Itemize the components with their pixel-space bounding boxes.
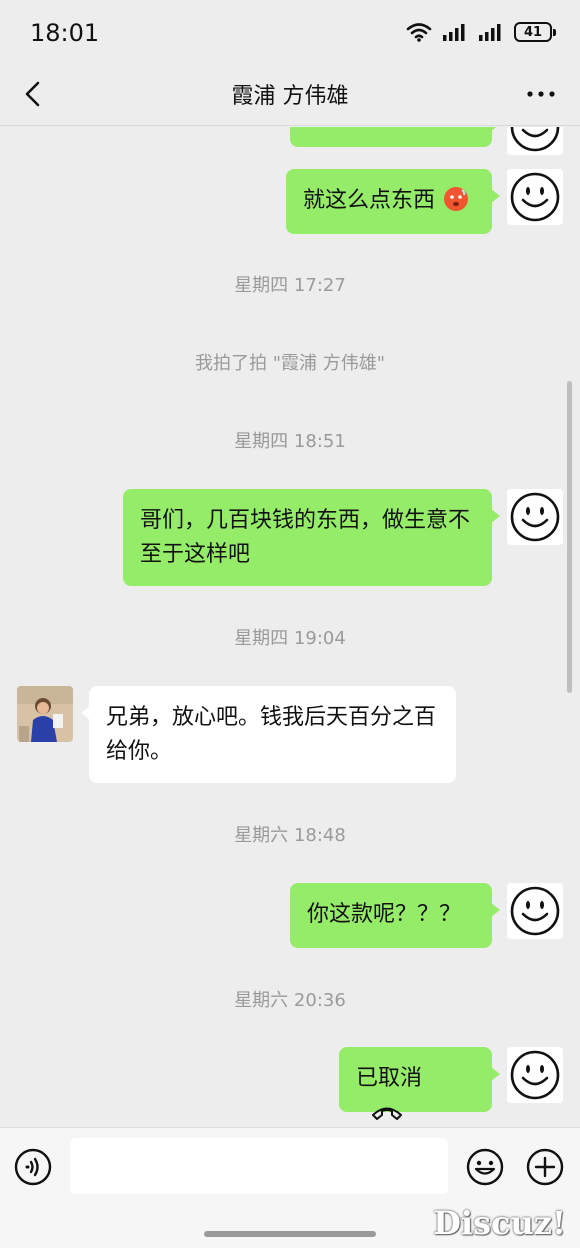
message-text: 你这款呢？？？ xyxy=(307,902,462,927)
child-photo-icon xyxy=(17,686,73,742)
smiley-icon xyxy=(510,886,560,936)
call-cancelled-bubble[interactable]: 已取消 xyxy=(339,1047,500,1120)
status-icons: 41 xyxy=(406,22,556,42)
status-time: 18:01 xyxy=(30,19,100,47)
avatar[interactable] xyxy=(507,883,563,939)
timestamp: 星期四 17:27 xyxy=(234,275,346,296)
hot-face-emoji-icon xyxy=(444,187,469,211)
message-text: 已取消 xyxy=(356,1066,423,1091)
timestamp: 星期四 19:04 xyxy=(234,628,346,649)
phone-hangup-icon xyxy=(372,1107,402,1120)
message-text: 兄弟，放心吧。钱我后天百分之百给你。 xyxy=(106,705,437,764)
avatar[interactable] xyxy=(507,1047,563,1103)
emoji-icon[interactable] xyxy=(466,1148,504,1186)
smiley-icon xyxy=(510,492,560,542)
timestamp: 星期六 18:48 xyxy=(234,825,346,846)
contact-avatar[interactable] xyxy=(17,686,73,742)
message-text: 哥们，几百块钱的东西，做生意不至于这样吧 xyxy=(140,508,471,567)
wifi-icon xyxy=(406,23,432,42)
avatar[interactable] xyxy=(507,169,563,225)
battery-level: 41 xyxy=(523,24,543,40)
signal-icon-2 xyxy=(479,24,501,41)
timestamp: 星期四 18:51 xyxy=(234,431,346,452)
status-bar: 18:01 41 xyxy=(0,0,580,62)
message-bubble[interactable]: 兄弟，放心吧。钱我后天百分之百给你。 xyxy=(81,686,456,783)
more-options-icon[interactable] xyxy=(526,84,556,104)
avatar[interactable] xyxy=(507,489,563,545)
timestamp: 星期六 20:36 xyxy=(234,990,346,1011)
chat-area[interactable]: 就这么点东西 星期四 17:27 我拍了拍 "霞浦 方伟雄" 星期四 18:51… xyxy=(0,127,580,1127)
voice-input-icon[interactable] xyxy=(14,1148,52,1186)
message-bubble[interactable]: 哥们，几百块钱的东西，做生意不至于这样吧 xyxy=(123,489,500,586)
nav-bar: 霞浦 方伟雄 xyxy=(0,62,580,126)
smiley-icon xyxy=(510,172,560,222)
message-bubble[interactable]: 你这款呢？？？ xyxy=(290,883,500,948)
avatar[interactable] xyxy=(507,127,563,155)
home-indicator[interactable] xyxy=(204,1231,376,1237)
message-text: 就这么点东西 xyxy=(303,188,436,213)
message-bubble-partial[interactable] xyxy=(290,127,500,147)
smiley-icon xyxy=(510,127,560,152)
plus-icon[interactable] xyxy=(526,1148,564,1186)
system-message: 我拍了拍 "霞浦 方伟雄" xyxy=(194,353,385,374)
message-bubble[interactable]: 就这么点东西 xyxy=(286,169,500,234)
signal-icon xyxy=(443,24,465,41)
chat-title: 霞浦 方伟雄 xyxy=(231,84,349,109)
smiley-icon xyxy=(510,1050,560,1100)
message-input[interactable] xyxy=(70,1138,448,1194)
watermark: Discuz! xyxy=(433,1204,566,1242)
input-bar: Discuz! xyxy=(0,1127,580,1248)
battery-icon: 41 xyxy=(514,22,556,42)
